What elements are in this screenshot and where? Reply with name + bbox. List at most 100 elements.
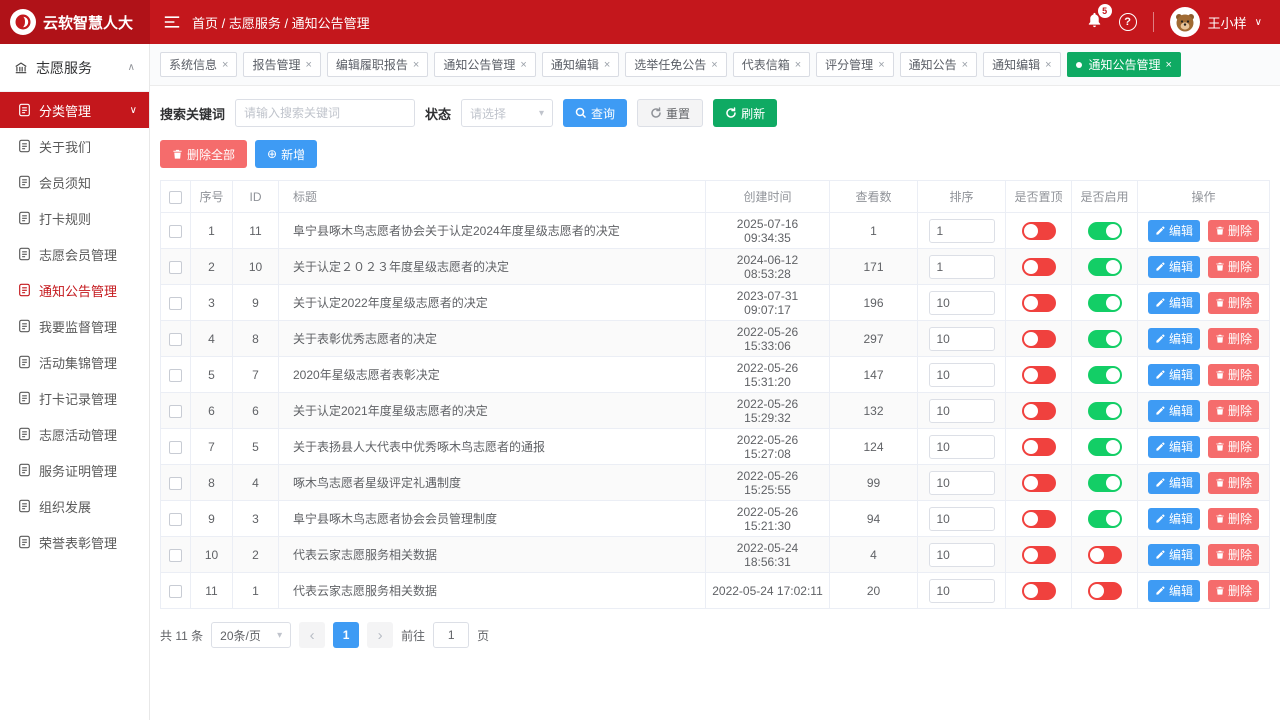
select-all-checkbox[interactable] [169,191,182,204]
enable-toggle[interactable] [1088,438,1122,456]
close-icon[interactable]: × [878,59,884,71]
close-icon[interactable]: × [1045,59,1051,71]
sidebar-item[interactable]: 分类管理 ∨ [0,92,149,128]
pin-toggle[interactable] [1022,438,1056,456]
enable-toggle[interactable] [1088,366,1122,384]
prev-page-button[interactable]: ‹ [299,622,325,648]
enable-toggle[interactable] [1088,294,1122,312]
breadcrumb[interactable]: 首页 / 志愿服务 / 通知公告管理 [192,13,370,32]
sidebar-item[interactable]: 志愿会员管理 ∨ [0,236,149,272]
sidebar-item[interactable]: 荣誉表彰管理 ∨ [0,524,149,560]
sort-input[interactable] [929,579,995,603]
sort-input[interactable] [929,399,995,423]
sidebar-item[interactable]: 打卡记录管理 ∨ [0,380,149,416]
close-icon[interactable]: × [520,59,526,71]
current-page-button[interactable]: 1 [333,622,359,648]
sidebar-item[interactable]: 通知公告管理 ∨ [0,272,149,308]
pin-toggle[interactable] [1022,510,1056,528]
pin-toggle[interactable] [1022,546,1056,564]
tab-chip[interactable]: 通知编辑 × [542,52,619,77]
tab-chip[interactable]: 通知公告管理 × [434,52,535,77]
row-checkbox[interactable] [169,585,182,598]
row-checkbox[interactable] [169,405,182,418]
pin-toggle[interactable] [1022,294,1056,312]
pin-toggle[interactable] [1022,222,1056,240]
edit-button[interactable]: 编辑 [1148,544,1200,566]
sort-input[interactable] [929,255,995,279]
sort-input[interactable] [929,471,995,495]
delete-all-button[interactable]: 删除全部 [160,140,247,168]
edit-button[interactable]: 编辑 [1148,364,1200,386]
edit-button[interactable]: 编辑 [1148,580,1200,602]
delete-button[interactable]: 删除 [1208,436,1259,458]
reset-button[interactable]: 重置 [637,99,703,127]
tab-chip[interactable]: 选举任免公告 × [625,52,726,77]
tab-chip[interactable]: 通知公告管理 × [1067,52,1181,77]
row-checkbox[interactable] [169,549,182,562]
delete-button[interactable]: 删除 [1208,544,1259,566]
sidebar-item[interactable]: 服务证明管理 ∨ [0,452,149,488]
search-button[interactable]: 查询 [563,99,627,127]
sidebar-item[interactable]: 打卡规则 ∨ [0,200,149,236]
pin-toggle[interactable] [1022,582,1056,600]
sort-input[interactable] [929,435,995,459]
edit-button[interactable]: 编辑 [1148,220,1200,242]
delete-button[interactable]: 删除 [1208,256,1259,278]
user-menu[interactable]: 王小样 ∨ [1170,7,1262,37]
next-page-button[interactable]: › [367,622,393,648]
enable-toggle[interactable] [1088,402,1122,420]
page-size-select[interactable]: 20条/页 ▾ [211,622,291,648]
delete-button[interactable]: 删除 [1208,220,1259,242]
sort-input[interactable] [929,291,995,315]
sidebar-item[interactable]: 志愿活动管理 ∨ [0,416,149,452]
close-icon[interactable]: × [962,59,968,71]
menu-icon[interactable] [164,15,180,29]
goto-page-input[interactable] [433,622,469,648]
enable-toggle[interactable] [1088,222,1122,240]
delete-button[interactable]: 删除 [1208,472,1259,494]
sort-input[interactable] [929,507,995,531]
keyword-input[interactable] [235,99,415,127]
sort-input[interactable] [929,327,995,351]
edit-button[interactable]: 编辑 [1148,472,1200,494]
pin-toggle[interactable] [1022,330,1056,348]
edit-button[interactable]: 编辑 [1148,256,1200,278]
delete-button[interactable]: 删除 [1208,328,1259,350]
sidebar-section-volunteer-service[interactable]: 志愿服务 ∧ [0,44,149,92]
enable-toggle[interactable] [1088,474,1122,492]
close-icon[interactable]: × [413,59,419,71]
pin-toggle[interactable] [1022,402,1056,420]
tab-chip[interactable]: 代表信箱 × [733,52,810,77]
sort-input[interactable] [929,543,995,567]
close-icon[interactable]: × [1166,59,1172,71]
tab-chip[interactable]: 系统信息 × [160,52,237,77]
refresh-button[interactable]: 刷新 [713,99,777,127]
delete-button[interactable]: 删除 [1208,364,1259,386]
sidebar-item[interactable]: 活动集锦管理 ∨ [0,344,149,380]
tab-chip[interactable]: 评分管理 × [816,52,893,77]
enable-toggle[interactable] [1088,510,1122,528]
row-checkbox[interactable] [169,513,182,526]
tab-chip[interactable]: 报告管理 × [243,52,320,77]
add-button[interactable]: ⊕ 新增 [255,140,317,168]
pin-toggle[interactable] [1022,474,1056,492]
status-select[interactable]: 请选择 ▾ [461,99,553,127]
pin-toggle[interactable] [1022,258,1056,276]
row-checkbox[interactable] [169,261,182,274]
enable-toggle[interactable] [1088,258,1122,276]
help-icon[interactable]: ? [1119,13,1137,31]
close-icon[interactable]: × [305,59,311,71]
edit-button[interactable]: 编辑 [1148,436,1200,458]
enable-toggle[interactable] [1088,546,1122,564]
sidebar-item[interactable]: 关于我们 ∨ [0,128,149,164]
tab-chip[interactable]: 通知公告 × [900,52,977,77]
close-icon[interactable]: × [604,59,610,71]
close-icon[interactable]: × [795,59,801,71]
sort-input[interactable] [929,219,995,243]
sort-input[interactable] [929,363,995,387]
delete-button[interactable]: 删除 [1208,400,1259,422]
edit-button[interactable]: 编辑 [1148,292,1200,314]
close-icon[interactable]: × [711,59,717,71]
enable-toggle[interactable] [1088,582,1122,600]
close-icon[interactable]: × [222,59,228,71]
